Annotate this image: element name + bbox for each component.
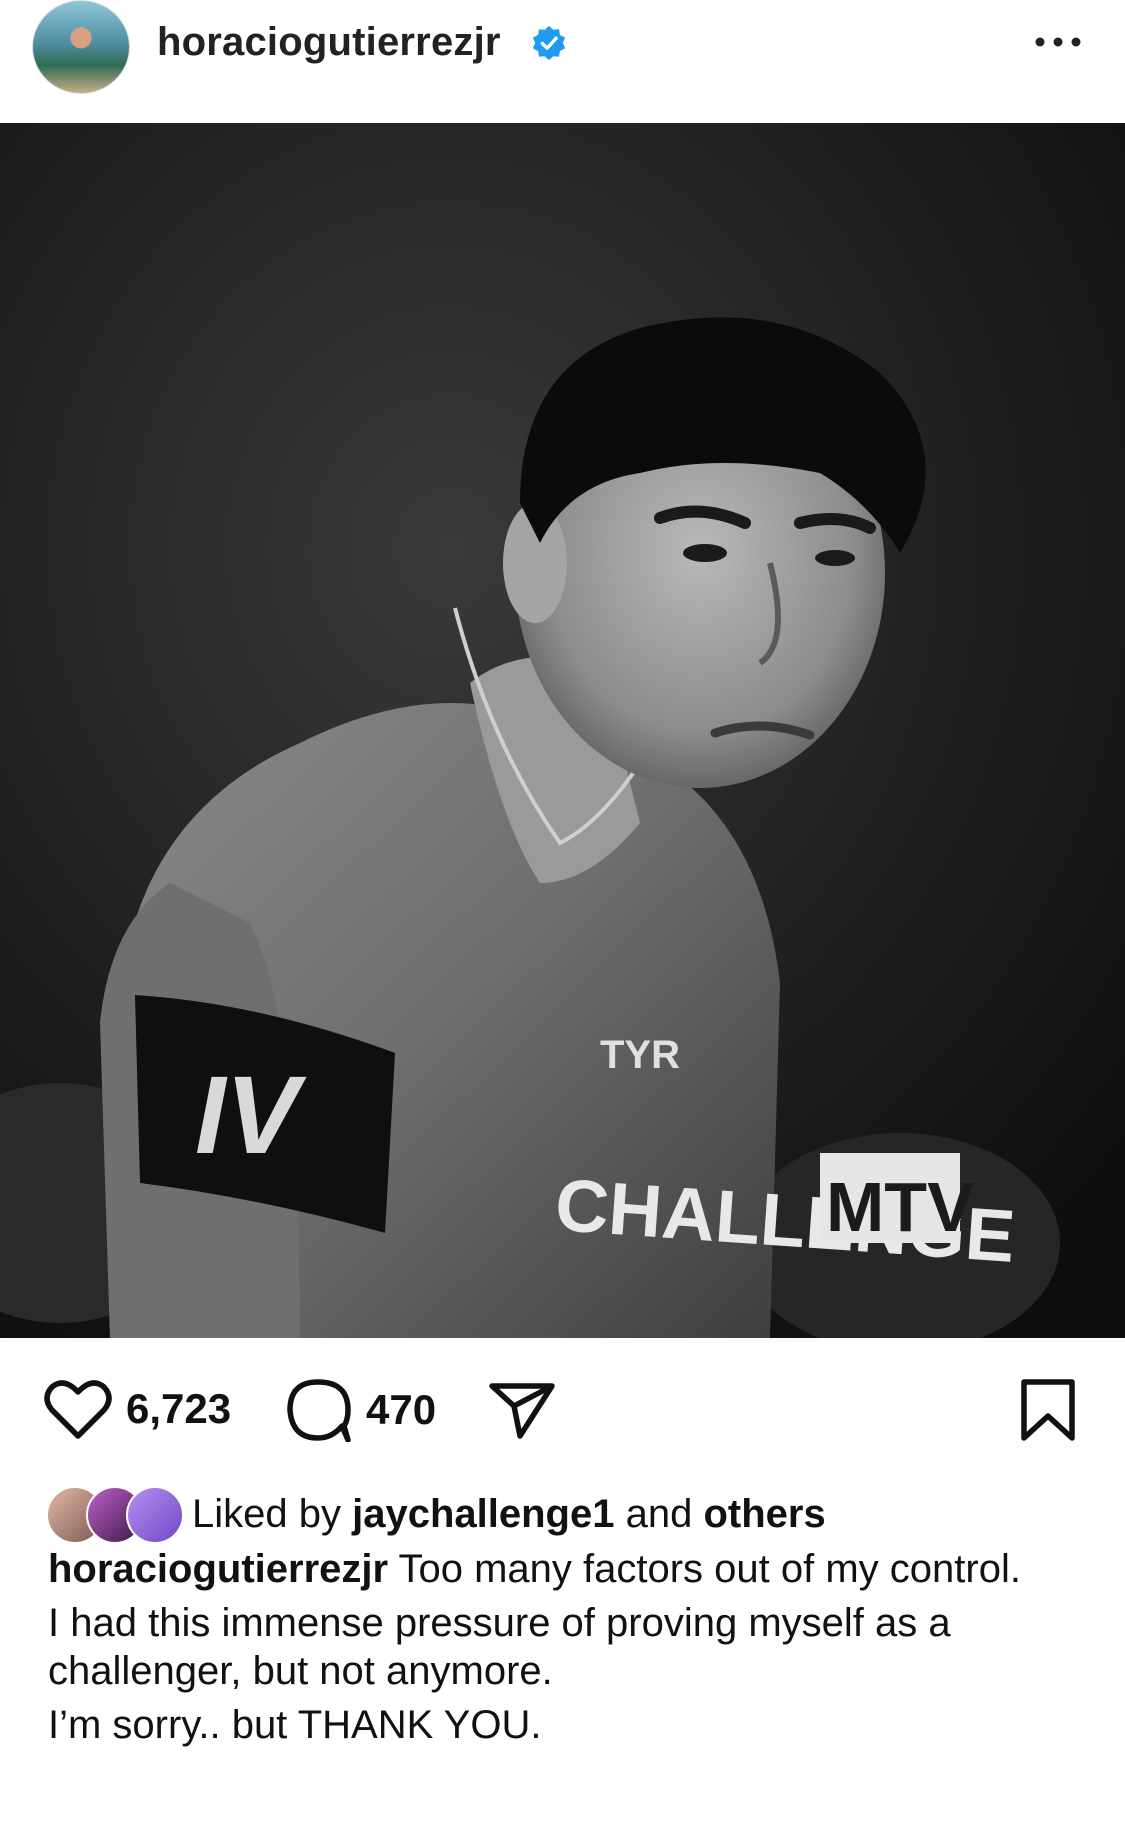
svg-text:MTV: MTV [826,1168,974,1246]
post-image[interactable]: IV CHALLENGE TYR MTV [0,123,1125,1338]
more-horizontal-icon[interactable] [1028,22,1092,62]
share-action[interactable] [488,1380,556,1440]
post-username[interactable]: horaciogutierrezjr [157,20,501,65]
post-caption: horaciogutierrezjr Too many factors out … [48,1545,1088,1749]
caption-line-3: I’m sorry.. but THANK YOU. [48,1703,542,1747]
caption-line-1: Too many factors out of my control. [398,1547,1021,1591]
mtv-watermark: MTV [820,1153,974,1246]
heart-icon[interactable] [44,1378,112,1440]
caption-line-2: I had this immense pressure of proving m… [48,1601,951,1693]
armband-logo: IV [195,1054,308,1177]
post-actions-bar: 6,723 470 [0,1378,1125,1448]
verified-badge-icon [532,25,566,61]
send-paper-plane-icon[interactable] [488,1380,556,1440]
post-photo-illustration: IV CHALLENGE TYR MTV [0,123,1125,1338]
profile-avatar[interactable] [32,0,130,94]
caption-username[interactable]: horaciogutierrezjr [48,1547,388,1591]
post-header: horaciogutierrezjr [0,0,1125,123]
comment-bubble-icon[interactable] [286,1378,352,1442]
liked-by-user-link[interactable]: jaychallenge1 [352,1492,614,1536]
liker-avatars [46,1486,184,1544]
liked-by-row[interactable]: Liked by jaychallenge1 and others [46,1486,826,1544]
liked-by-and: and [625,1491,693,1536]
liked-by-prefix: Liked by [192,1491,341,1536]
comment-action[interactable]: 470 [286,1378,436,1442]
liked-by-others-link[interactable]: others [703,1492,825,1536]
svg-text:IV: IV [195,1054,308,1177]
like-action[interactable]: 6,723 [44,1378,231,1440]
liked-by-text: Liked by jaychallenge1 and others [192,1492,826,1537]
comment-count[interactable]: 470 [366,1386,436,1434]
liker-avatar [126,1486,184,1544]
bookmark-icon[interactable] [1018,1378,1078,1442]
like-count[interactable]: 6,723 [126,1385,231,1433]
shirt-brand-logo: TYR [600,1033,680,1077]
save-action[interactable] [1018,1378,1078,1442]
